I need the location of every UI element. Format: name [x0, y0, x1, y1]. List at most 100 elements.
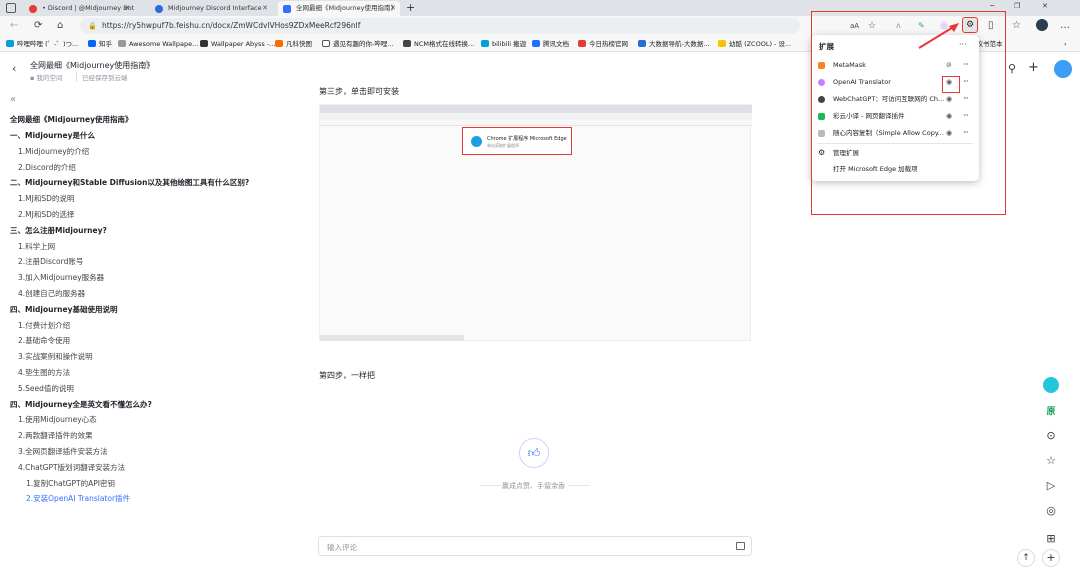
bookmark-zhihu[interactable]: 知乎	[88, 36, 112, 51]
toc-item[interactable]: 三、怎么注册Midjourney?	[10, 225, 107, 236]
toc-item[interactable]: 2.MJ和SD的选择	[18, 209, 74, 220]
toc-item[interactable]: 3.全网页翻译插件安装方法	[18, 446, 108, 457]
toc-title[interactable]: 全网最细《Midjourney使用指南》	[10, 114, 132, 125]
close-tab-icon[interactable]: ✕	[262, 1, 268, 16]
reload-icon[interactable]: ⟳	[34, 18, 42, 34]
tab-label: Midjourney Discord Interface	[168, 4, 262, 12]
toc-item[interactable]: 四、Midjourney基础使用说明	[10, 304, 117, 315]
discord-icon	[29, 5, 37, 13]
toc-item[interactable]: 1.科学上网	[18, 241, 55, 252]
close-window-button[interactable]: ✕	[1042, 2, 1048, 10]
toc-item[interactable]: 1.使用Midjourney心态	[18, 414, 97, 425]
new-tab-button[interactable]: +	[406, 0, 415, 15]
close-tab-icon[interactable]: ✕	[124, 1, 130, 16]
translate-icon[interactable]: 原	[1040, 404, 1062, 422]
annotation-arrow	[918, 23, 959, 49]
screenshot-image: Chrome 扩展程序 Microsoft Edge 单击获取扩展程序	[319, 104, 752, 341]
bookmark-meet[interactable]: 遇见有趣的你-哔哩...	[322, 36, 394, 51]
toc-item[interactable]: 5.Seed值的说明	[18, 383, 74, 394]
music-icon	[403, 40, 411, 47]
toc-item[interactable]: 4.ChatGPT版划词翻译安装方法	[18, 462, 125, 473]
toc-item[interactable]: 1.付费计划介绍	[18, 320, 70, 331]
breadcrumb-space[interactable]: ▪ 我的空间	[30, 72, 62, 82]
comment-input[interactable]: 输入评论	[318, 536, 752, 556]
install-banner-title: Chrome 扩展程序 Microsoft Edge	[487, 136, 567, 142]
bookmark-zcool[interactable]: 幼酷 (ZCOOL) - 设...	[718, 36, 791, 51]
zhihu-icon	[88, 40, 96, 47]
like-button[interactable]: 👍︎	[519, 438, 549, 468]
toc-item[interactable]: 二、Midjourney和Stable Diffusion以及其他绘图工具有什么…	[10, 177, 249, 188]
annotation-box-eye	[942, 76, 960, 93]
back-icon[interactable]: ←	[10, 18, 18, 34]
bookmark-ncm[interactable]: NCM格式在线转换...	[403, 36, 474, 51]
fanke-icon	[275, 40, 283, 47]
star-outline-icon[interactable]: ☆	[1040, 454, 1062, 472]
bookmark-bigdata[interactable]: 大数据导航-大数据...	[638, 36, 710, 51]
doc-title: 全网最细《Midjourney使用指南》	[30, 61, 155, 70]
settings-icon[interactable]: ◎	[1040, 504, 1062, 522]
bookmark-bilibili[interactable]: 哔哩哔哩 (゜-゜)つ...	[6, 36, 78, 51]
like-divider-left	[480, 485, 502, 486]
bookmark-hotlist[interactable]: 今日热榜官网	[578, 36, 628, 51]
toc-item[interactable]: 一、Midjourney是什么	[10, 130, 95, 141]
share-icon[interactable]: ⊙	[1040, 429, 1062, 447]
toc-item[interactable]: 1.Midjourney的介绍	[18, 146, 89, 157]
feishu-icon	[283, 5, 291, 13]
screenshot-tabbar	[320, 105, 752, 113]
toc-item[interactable]: 1.MJ和SD的说明	[18, 193, 74, 204]
toc-item[interactable]: 四、Midjourney全是英文看不懂怎么办?	[10, 399, 152, 410]
bilibili-icon	[6, 40, 14, 47]
favorites-icon[interactable]: ☆	[1012, 18, 1021, 34]
window-menu-icon[interactable]	[6, 3, 16, 13]
toc-item[interactable]: 2.两款翻译插件的效果	[18, 430, 93, 441]
tab-discord[interactable]: • Discord | @Midjourney Bot ✕	[24, 1, 134, 16]
toc-item[interactable]: 3.实战案例和操作说明	[18, 351, 93, 362]
add-float-button[interactable]: +	[1042, 549, 1060, 567]
table-of-contents: « 全网最细《Midjourney使用指南》 一、Midjourney是什么 1.M…	[0, 90, 300, 586]
toc-item[interactable]: 2.基础命令使用	[18, 335, 70, 346]
maximize-button[interactable]: ❐	[1014, 2, 1020, 10]
tab-feishu-doc[interactable]: 全网最细《Midjourney使用指南》 ✕	[278, 1, 400, 16]
wallpaper-icon	[118, 40, 126, 47]
toc-item[interactable]: 4.垫生图的方法	[18, 367, 70, 378]
doc-icon	[322, 40, 330, 47]
hotlist-icon	[578, 40, 586, 47]
minimize-button[interactable]: ─	[990, 2, 994, 10]
toc-item[interactable]: 2.安装OpenAI Translator插件	[26, 493, 130, 504]
add-icon[interactable]: +	[1028, 60, 1039, 75]
bookmark-fanke[interactable]: 凡科快图	[275, 36, 312, 51]
more-menu-icon[interactable]: …	[1060, 18, 1070, 34]
back-arrow-icon[interactable]: ‹	[12, 62, 16, 75]
search-icon[interactable]: ⚲	[1008, 62, 1016, 75]
home-icon[interactable]: ⌂	[57, 18, 63, 34]
url-field[interactable]: 🔒 https://ry5hwpuf7b.feishu.cn/docx/ZmWC…	[80, 18, 800, 34]
bookmarks-more-icon[interactable]: ›	[1064, 36, 1067, 51]
toc-item[interactable]: 2.注册Discord账号	[18, 256, 83, 267]
star-icon[interactable]: ☆	[143, 59, 151, 69]
user-avatar[interactable]	[1054, 60, 1072, 78]
toc-item[interactable]: 4.创建自己的服务器	[18, 288, 85, 299]
toc-item[interactable]: 2.Discord的介绍	[18, 162, 76, 173]
toc-item[interactable]: 1.复制ChatGPT的API密钥	[26, 478, 115, 489]
step3-text: 第三步，单击即可安装	[319, 87, 399, 96]
like-text: 赢成点赞、手留余香	[502, 482, 565, 490]
like-divider-right	[568, 485, 590, 486]
bookmark-wallpaper-abyss[interactable]: Wallpaper Abyss -...	[200, 36, 275, 51]
toc-item[interactable]: 3.加入Midjourney服务器	[18, 272, 104, 283]
grid-icon[interactable]: ⊞	[1040, 532, 1062, 550]
close-tab-icon[interactable]: ✕	[390, 1, 396, 16]
bookmark-tencent-doc[interactable]: 腾讯文档	[532, 36, 569, 51]
bookmark-wallpaper[interactable]: Awesome Wallpape...	[118, 36, 198, 51]
image-upload-icon[interactable]	[736, 542, 745, 550]
bigdata-icon	[638, 40, 646, 47]
collapse-toc-icon[interactable]: «	[10, 94, 16, 105]
assistant-avatar[interactable]	[1040, 377, 1062, 395]
tab-midjourney-interface[interactable]: Midjourney Discord Interface ✕	[150, 1, 272, 16]
play-icon[interactable]: ▷	[1040, 479, 1062, 497]
scroll-to-top-button[interactable]: ↑	[1017, 549, 1035, 567]
bookmark-bilibili2[interactable]: bilibili 搬迦	[481, 36, 526, 51]
annotation-box-popup	[811, 11, 1006, 215]
save-status: 已经保存到云端	[76, 72, 128, 82]
profile-avatar[interactable]	[1036, 19, 1048, 31]
abyss-icon	[200, 40, 208, 47]
